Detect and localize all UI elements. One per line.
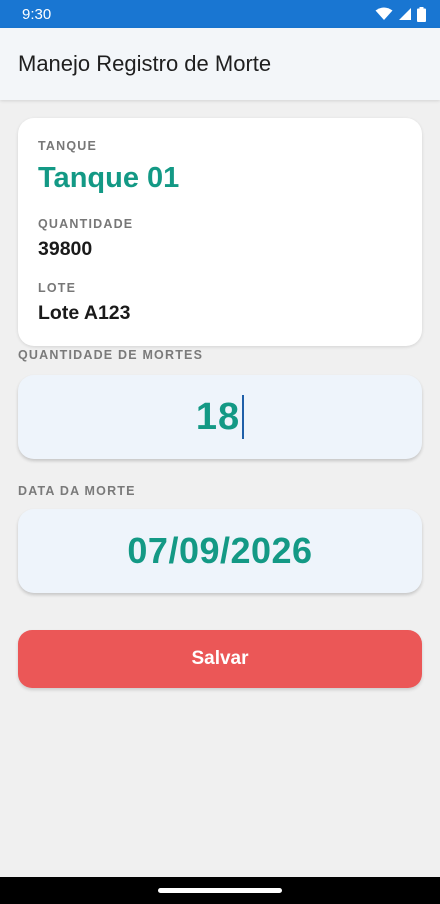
save-button[interactable]: Salvar <box>18 630 422 688</box>
tank-value: Tanque 01 <box>38 162 180 194</box>
lot-value: Lote A123 <box>38 302 131 324</box>
text-cursor <box>242 395 245 439</box>
app-bar: Manejo Registro de Morte <box>0 28 440 100</box>
status-bar: 9:30 <box>0 0 440 28</box>
cellular-signal-icon <box>399 8 411 20</box>
tank-label: TANQUE <box>38 139 98 153</box>
deaths-quantity-value: 18 <box>195 395 241 438</box>
wifi-icon <box>375 7 393 20</box>
battery-icon <box>417 6 426 22</box>
status-icons <box>375 6 426 22</box>
home-indicator[interactable] <box>158 888 282 893</box>
lot-label: LOTE <box>38 281 77 295</box>
deaths-quantity-input[interactable]: 18 <box>18 375 422 459</box>
deaths-quantity-label: QUANTIDADE DE MORTES <box>18 348 204 362</box>
tank-info-card: TANQUE Tanque 01 QUANTIDADE 39800 LOTE L… <box>18 118 422 346</box>
page-title: Manejo Registro de Morte <box>18 51 272 76</box>
quantity-label: QUANTIDADE <box>38 217 134 231</box>
death-date-field[interactable]: 07/09/2026 <box>18 509 422 593</box>
quantity-value: 39800 <box>38 238 93 260</box>
status-time: 9:30 <box>22 5 52 23</box>
death-date-label: DATA DA MORTE <box>18 484 136 498</box>
death-date-value: 07/09/2026 <box>127 530 313 571</box>
navigation-bar <box>0 877 440 904</box>
